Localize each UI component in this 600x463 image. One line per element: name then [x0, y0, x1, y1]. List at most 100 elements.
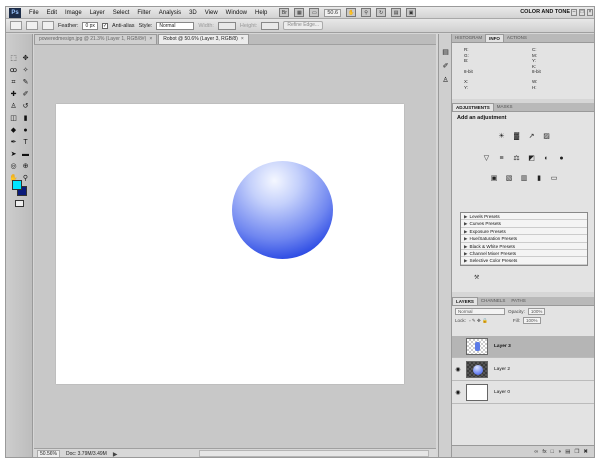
channel-mixer-icon[interactable]: ● [557, 154, 566, 163]
bridge-icon[interactable]: Br [279, 8, 290, 17]
rotate-view-icon[interactable]: ↻ [376, 8, 387, 17]
link-layers-icon[interactable]: ∞ [534, 449, 538, 455]
preset-curves[interactable]: ▶ Curves Presets [461, 220, 587, 228]
clone-source-icon[interactable]: ♙ [441, 76, 450, 85]
menu-view[interactable]: View [201, 10, 222, 16]
arrange-documents-icon[interactable]: ▤ [391, 8, 402, 17]
arrange-icon[interactable]: ▭ [309, 8, 320, 17]
close-button[interactable]: × [587, 9, 593, 16]
black-white-icon[interactable]: ◩ [527, 154, 536, 163]
exposure-icon[interactable]: ▨ [542, 132, 551, 141]
minimize-button[interactable]: – [571, 9, 577, 16]
zoom-tool-icon[interactable]: ⚲ [361, 8, 372, 17]
menu-file[interactable]: File [25, 10, 43, 16]
3d-camera-icon[interactable]: ⊕ [20, 162, 31, 172]
layer-row-layer-3[interactable]: Layer 3 [452, 336, 594, 358]
tab-layers[interactable]: LAYERS [452, 297, 478, 305]
height-field[interactable] [261, 21, 280, 30]
fill-field[interactable]: 100% [523, 317, 541, 324]
width-field[interactable] [217, 21, 236, 30]
new-layer-icon[interactable]: ❐ [574, 449, 579, 455]
document-canvas[interactable] [56, 104, 404, 384]
invert-icon[interactable]: ▣ [490, 174, 499, 183]
layer-row-layer-2[interactable]: ◉ Layer 2 [452, 359, 594, 381]
marquee-tool-icon[interactable]: ⬚ [8, 54, 19, 64]
healing-brush-icon[interactable]: ✚ [8, 90, 19, 100]
antialias-checkbox[interactable]: ✓ [101, 22, 108, 29]
add-to-selection-icon[interactable] [42, 21, 54, 30]
tab-actions[interactable]: ACTIONS [504, 34, 530, 42]
magic-wand-icon[interactable]: ✧ [20, 66, 31, 76]
menu-help[interactable]: Help [251, 10, 271, 16]
blur-tool-icon[interactable]: ◆ [8, 126, 19, 136]
preset-exposure[interactable]: ▶ Exposure Presets [461, 228, 587, 236]
zoom-level-field[interactable]: 50.6 [324, 8, 342, 17]
photo-filter-icon[interactable]: ◐ [542, 154, 551, 163]
gradient-tool-icon[interactable]: ▮ [20, 114, 31, 124]
new-selection-icon[interactable] [26, 21, 38, 30]
preset-black-white[interactable]: ▶ Black & White Presets [461, 243, 587, 250]
tool-preset-icon[interactable] [10, 21, 22, 30]
clone-stamp-icon[interactable]: ♙ [8, 102, 19, 112]
clip-to-layer-icon[interactable]: ⚒ [474, 274, 479, 281]
tab-info[interactable]: INFO [485, 34, 504, 42]
feather-field[interactable]: 0 px [82, 21, 98, 30]
shape-tool-icon[interactable]: ▬ [20, 150, 31, 160]
menu-image[interactable]: Image [61, 10, 86, 16]
workspace-switcher[interactable]: COLOR AND TONE [520, 9, 570, 15]
tab-adjustments[interactable]: ADJUSTMENTS [452, 103, 494, 111]
posterize-icon[interactable]: ▧ [505, 174, 514, 183]
new-group-icon[interactable]: ▤ [565, 449, 570, 455]
preset-levels[interactable]: ▶ Levels Presets [461, 213, 587, 221]
style-select[interactable]: Normal [156, 21, 195, 30]
maximize-button[interactable]: □ [579, 9, 585, 16]
layer-row-layer-0[interactable]: ◉ Layer 0 [452, 382, 594, 404]
horizontal-scrollbar[interactable] [199, 450, 429, 457]
brush-tool-icon[interactable]: ✐ [20, 90, 31, 100]
layer-name[interactable]: Layer 3 [494, 344, 511, 349]
new-adjustment-icon[interactable]: ◑ [558, 449, 561, 455]
3d-rotate-icon[interactable]: ◎ [8, 162, 19, 172]
layer-style-icon[interactable]: fx [542, 449, 546, 455]
opacity-field[interactable]: 100% [527, 308, 546, 315]
tab-paths[interactable]: PATHS [508, 297, 528, 305]
foreground-color-swatch[interactable] [12, 180, 22, 190]
eyedropper-icon[interactable]: ✎ [20, 78, 31, 88]
curves-icon[interactable]: ↗ [527, 132, 536, 141]
tab-close-icon[interactable]: × [241, 36, 244, 42]
menu-filter[interactable]: Filter [133, 10, 154, 16]
path-selection-icon[interactable]: ➤ [8, 150, 19, 160]
status-menu-arrow-icon[interactable]: ▶ [113, 451, 118, 458]
visibility-eye-icon[interactable]: ◉ [454, 389, 462, 396]
threshold-icon[interactable]: ▥ [520, 174, 529, 183]
dodge-tool-icon[interactable]: ● [20, 126, 31, 136]
crop-tool-icon[interactable]: ⌗ [8, 78, 19, 88]
tab-histogram[interactable]: HISTOGRAM [452, 34, 485, 42]
tab-poweredmesign[interactable]: poweredmesign.jpg @ 21.3% (Layer 1, RGB/… [34, 34, 158, 44]
delete-layer-icon[interactable]: ✖ [583, 449, 588, 455]
tab-masks[interactable]: MASKS [494, 103, 516, 111]
brightness-contrast-icon[interactable]: ☀ [497, 132, 506, 141]
move-tool-icon[interactable]: ✥ [20, 54, 31, 64]
refine-edge-button[interactable]: Refine Edge... [283, 21, 324, 30]
history-brush-icon[interactable]: ↺ [20, 102, 31, 112]
history-panel-icon[interactable]: ▤ [441, 48, 450, 57]
quick-mask-icon[interactable] [15, 200, 24, 207]
color-balance-icon[interactable]: ⚖ [512, 154, 521, 163]
lock-icons[interactable]: ▫ ✎ ✥ 🔒 [469, 318, 488, 324]
eraser-tool-icon[interactable]: ◫ [8, 114, 19, 124]
layer-name[interactable]: Layer 2 [494, 367, 510, 372]
pen-tool-icon[interactable]: ✒ [8, 138, 19, 148]
gradient-map-icon[interactable]: ▮ [535, 174, 544, 183]
vibrance-icon[interactable]: ▽ [482, 154, 491, 163]
preset-selective-color[interactable]: ▶ Selective Color Presets [461, 257, 587, 265]
tab-channels[interactable]: CHANNELS [478, 297, 509, 305]
menu-edit[interactable]: Edit [43, 10, 61, 16]
brush-panel-icon[interactable]: ✐ [441, 62, 450, 71]
view-extras-icon[interactable]: ▦ [294, 8, 305, 17]
screen-mode-icon[interactable]: ▣ [406, 8, 417, 17]
menu-select[interactable]: Select [109, 10, 134, 16]
visibility-eye-icon[interactable]: ◉ [454, 366, 462, 373]
blend-mode-select[interactable]: Normal [455, 308, 505, 315]
preset-channel-mixer[interactable]: ▶ Channel Mixer Presets [461, 250, 587, 258]
